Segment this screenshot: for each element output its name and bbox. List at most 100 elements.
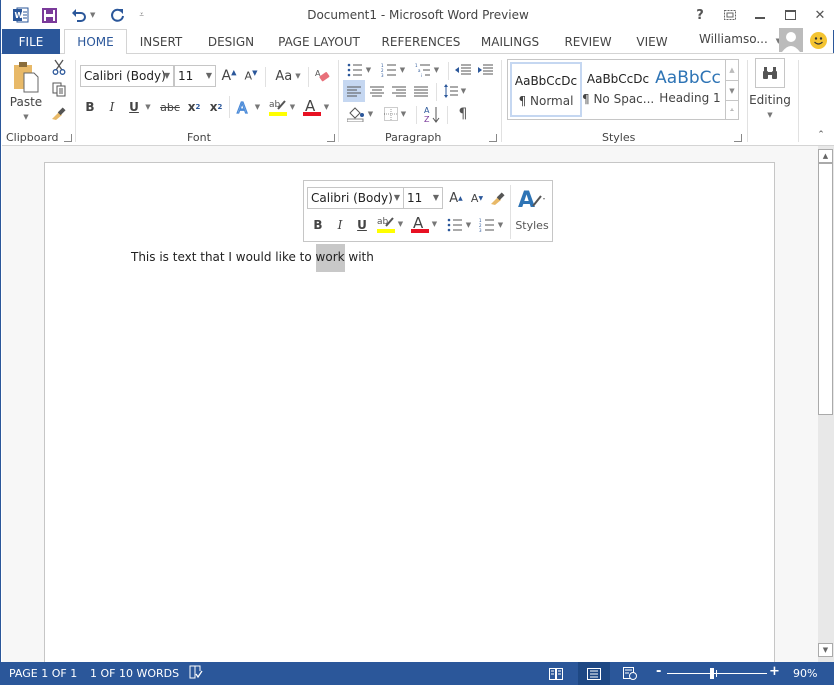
paragraph-dialog-launcher-icon[interactable] bbox=[489, 134, 497, 142]
font-dialog-launcher-icon[interactable] bbox=[327, 134, 335, 142]
change-case-button[interactable]: Aa ▼ bbox=[270, 66, 306, 86]
increase-indent-icon[interactable] bbox=[475, 60, 495, 80]
tab-references[interactable]: REFERENCES bbox=[379, 29, 463, 54]
mini-shrink-font-icon[interactable]: A ▼ bbox=[468, 187, 486, 209]
mini-font-name-combobox[interactable]: Calibri (Body) ▼ bbox=[307, 187, 404, 209]
print-layout-icon[interactable] bbox=[578, 662, 610, 685]
tab-review[interactable]: REVIEW bbox=[559, 29, 617, 54]
bullets-button[interactable]: ▼ bbox=[344, 60, 374, 80]
zoom-slider-track[interactable] bbox=[667, 673, 767, 674]
mini-numbering-button[interactable]: 123 ▼ bbox=[476, 215, 506, 235]
help-button[interactable]: ? bbox=[685, 0, 715, 30]
mini-underline-button[interactable]: U bbox=[354, 215, 370, 235]
selected-text[interactable]: work bbox=[315, 244, 345, 272]
font-size-combobox[interactable]: 11 ▼ bbox=[174, 65, 216, 87]
find-binoculars-icon[interactable] bbox=[755, 58, 785, 88]
clear-formatting-icon[interactable]: A bbox=[313, 66, 333, 86]
mini-italic-button[interactable]: I bbox=[332, 215, 348, 235]
paste-button[interactable]: Paste bbox=[6, 94, 46, 110]
shading-button[interactable]: ▼ bbox=[344, 104, 376, 124]
style-no-spacing[interactable]: AaBbCcDc ¶ No Spac... bbox=[582, 62, 654, 117]
font-name-combobox[interactable]: Calibri (Body) ▼ bbox=[80, 65, 174, 87]
strikethrough-button[interactable]: abc bbox=[158, 98, 182, 116]
paste-icon[interactable] bbox=[10, 60, 42, 94]
justify-icon[interactable] bbox=[410, 80, 432, 102]
decrease-indent-icon[interactable] bbox=[453, 60, 473, 80]
text-effects-button[interactable]: A ▼ bbox=[234, 98, 262, 116]
avatar[interactable] bbox=[779, 28, 803, 52]
multilevel-list-button[interactable]: 1ai ▼ bbox=[412, 60, 442, 80]
styles-group-label: Styles bbox=[602, 131, 636, 144]
clipboard-dialog-launcher-icon[interactable] bbox=[64, 134, 72, 142]
scrollbar-thumb[interactable] bbox=[818, 163, 833, 415]
style-heading-1[interactable]: AaBbCc Heading 1 bbox=[654, 62, 726, 117]
mini-font-size-combobox[interactable]: 11 ▼ bbox=[403, 187, 443, 209]
bold-button[interactable]: B bbox=[82, 98, 98, 116]
font-color-button[interactable]: A ▼ bbox=[300, 96, 332, 118]
subscript-button[interactable]: x2 bbox=[185, 98, 203, 116]
tab-mailings[interactable]: MAILINGS bbox=[475, 29, 545, 54]
tab-insert[interactable]: INSERT bbox=[131, 29, 191, 54]
scroll-down-button[interactable]: ▼ bbox=[818, 643, 833, 657]
mini-grow-font-icon[interactable]: A ▲ bbox=[447, 187, 465, 209]
italic-button[interactable]: I bbox=[104, 98, 120, 116]
shrink-font-button[interactable]: A▼ bbox=[242, 66, 260, 86]
editing-dropdown-icon[interactable]: ▼ bbox=[762, 110, 778, 120]
align-right-icon[interactable] bbox=[388, 80, 410, 102]
user-account-menu[interactable]: Williamso... ▼ bbox=[699, 32, 781, 46]
styles-dialog-launcher-icon[interactable] bbox=[734, 134, 742, 142]
mini-bullets-button[interactable]: ▼ bbox=[444, 215, 474, 235]
align-left-button[interactable] bbox=[343, 80, 365, 102]
copy-icon[interactable] bbox=[50, 80, 68, 98]
zoom-in-button[interactable]: + bbox=[769, 664, 780, 679]
zoom-out-button[interactable]: - bbox=[656, 664, 661, 679]
tab-view[interactable]: VIEW bbox=[629, 29, 675, 54]
page-count[interactable]: PAGE 1 OF 1 bbox=[9, 667, 77, 680]
word-count[interactable]: 1 OF 10 WORDS bbox=[90, 667, 179, 680]
mini-styles-button[interactable]: Styles bbox=[512, 217, 552, 233]
mini-font-color-button[interactable]: A ▼ bbox=[408, 213, 440, 235]
gallery-more-button[interactable]: ⩡ bbox=[725, 100, 738, 119]
zoom-level[interactable]: 90% bbox=[793, 667, 817, 680]
close-button[interactable]: ✕ bbox=[805, 0, 834, 30]
borders-button[interactable]: ▼ bbox=[379, 104, 411, 124]
mini-format-painter-icon[interactable] bbox=[488, 187, 508, 209]
format-painter-icon[interactable] bbox=[50, 104, 68, 122]
read-mode-icon[interactable] bbox=[541, 662, 571, 685]
style-normal[interactable]: AaBbCcDc ¶ Normal bbox=[510, 62, 582, 117]
editing-button[interactable]: Editing bbox=[747, 92, 793, 108]
zoom-slider-thumb[interactable] bbox=[710, 668, 714, 679]
web-layout-icon[interactable] bbox=[615, 662, 645, 685]
scroll-up-button[interactable]: ▲ bbox=[818, 149, 833, 163]
collapse-ribbon-icon[interactable]: ⌃ bbox=[814, 128, 828, 142]
line-spacing-button[interactable]: ▼ bbox=[440, 80, 470, 102]
paste-dropdown-icon[interactable]: ▼ bbox=[18, 112, 34, 122]
tab-file[interactable]: FILE bbox=[2, 29, 60, 54]
underline-button[interactable]: U bbox=[126, 98, 142, 116]
highlight-color-button[interactable]: ab ▼ bbox=[266, 96, 298, 118]
cut-icon[interactable] bbox=[50, 58, 68, 76]
superscript-button[interactable]: x2 bbox=[207, 98, 225, 116]
sort-icon[interactable]: AZ bbox=[421, 103, 443, 125]
mini-highlight-button[interactable]: ab ▼ bbox=[374, 213, 406, 235]
mini-bold-button[interactable]: B bbox=[310, 215, 326, 235]
maximize-button[interactable] bbox=[775, 0, 805, 30]
tab-design[interactable]: DESIGN bbox=[201, 29, 261, 54]
document-paragraph[interactable]: This is text that I would like to work w… bbox=[131, 244, 374, 272]
mini-styles-icon[interactable]: A bbox=[515, 185, 549, 213]
chevron-down-icon: ▼ bbox=[400, 110, 407, 118]
show-formatting-marks-icon[interactable]: ¶ bbox=[452, 103, 474, 125]
gallery-scroll-up-button[interactable]: ▲ bbox=[725, 60, 738, 80]
proofing-icon[interactable] bbox=[189, 665, 203, 682]
underline-dropdown-icon[interactable]: ▼ bbox=[143, 98, 153, 116]
gallery-scroll-down-button[interactable]: ▼ bbox=[725, 80, 738, 100]
ribbon-display-options-button[interactable] bbox=[715, 0, 745, 30]
minimize-button[interactable] bbox=[745, 0, 775, 30]
numbering-button[interactable]: 123 ▼ bbox=[378, 60, 408, 80]
send-feedback-smiley-icon[interactable] bbox=[810, 32, 827, 49]
align-center-icon[interactable] bbox=[366, 80, 388, 102]
tab-home[interactable]: HOME bbox=[64, 29, 127, 55]
vertical-scrollbar[interactable]: ▲ ▼ bbox=[818, 146, 834, 662]
tab-page-layout[interactable]: PAGE LAYOUT bbox=[273, 29, 365, 54]
grow-font-button[interactable]: A▲ bbox=[220, 66, 238, 86]
